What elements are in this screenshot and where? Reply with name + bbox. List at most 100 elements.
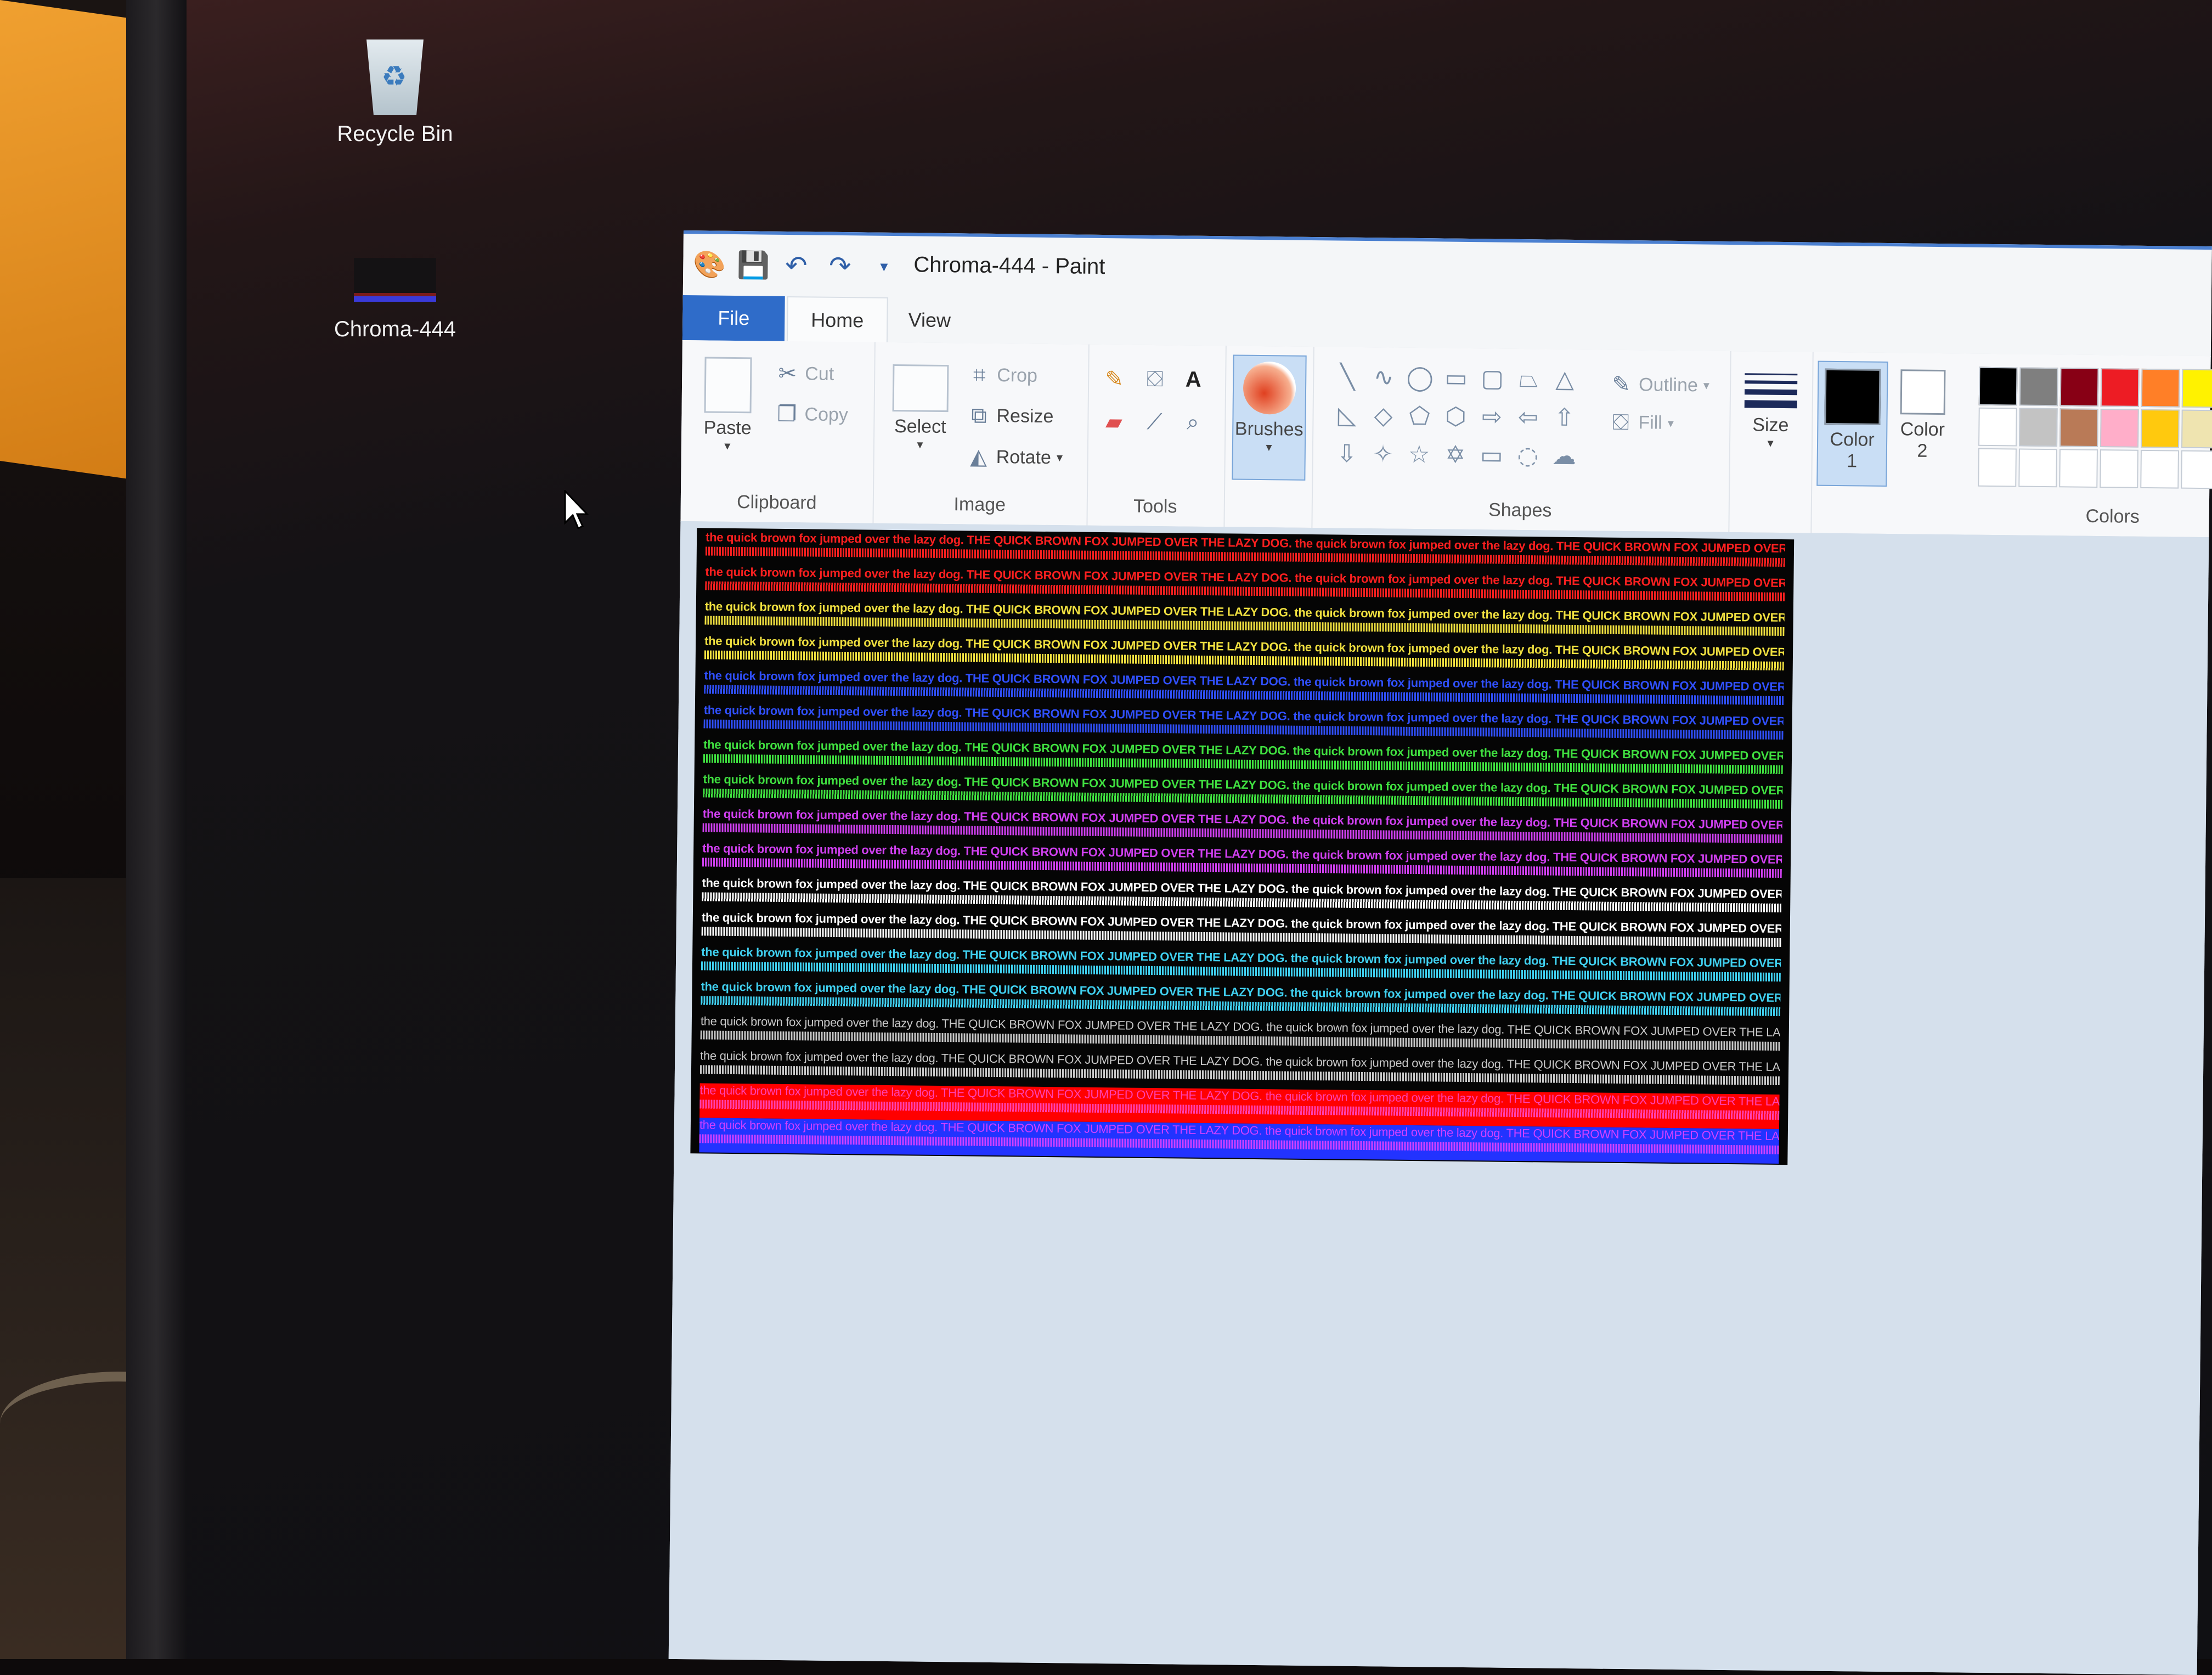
fill-button[interactable]: ⛋ Fill ▾ xyxy=(1609,410,1674,436)
left-arrow-shape-icon[interactable]: ⇦ xyxy=(1510,398,1547,437)
mouse-cursor-icon xyxy=(564,490,589,530)
callout-oval-shape-icon[interactable]: ◌ xyxy=(1509,437,1546,476)
outline-button[interactable]: ✎ Outline ▾ xyxy=(1609,372,1709,398)
canvas-area: the quick brown fox jumped over the lazy… xyxy=(668,521,2209,1675)
crop-icon: ⌗ xyxy=(973,363,986,387)
five-point-star-shape-icon[interactable]: ☆ xyxy=(1401,436,1437,475)
color1-swatch xyxy=(1824,368,1881,425)
eraser-tool[interactable]: ▰ xyxy=(1102,409,1126,435)
color-selector-group: Color 1 Color 2 xyxy=(1810,352,1960,535)
callout-rect-shape-icon[interactable]: ▭ xyxy=(1473,436,1510,475)
size-button[interactable]: Size ▾ xyxy=(1740,373,1801,450)
customize-toolbar-icon[interactable]: ▾ xyxy=(868,251,900,283)
crop-button[interactable]: ⌗ Crop xyxy=(967,363,1037,388)
tab-home[interactable]: Home xyxy=(786,296,888,343)
image-canvas[interactable]: the quick brown fox jumped over the lazy… xyxy=(690,528,1795,1165)
shapes-group-label: Shapes xyxy=(1488,499,1552,521)
hexagon-shape-icon[interactable]: ⬡ xyxy=(1437,397,1474,436)
outline-icon: ✎ xyxy=(1612,372,1631,397)
image-group-label: Image xyxy=(953,494,1006,516)
palette-swatch[interactable] xyxy=(2019,367,2058,407)
fill-label: Fill xyxy=(1638,412,1663,433)
rotate-button[interactable]: ◭ Rotate ▾ xyxy=(966,444,1063,470)
rotate-icon: ◭ xyxy=(970,444,988,469)
rounded-rectangle-shape-icon[interactable]: ▢ xyxy=(1474,359,1511,398)
palette-swatch[interactable] xyxy=(2018,448,2057,488)
oval-shape-icon[interactable]: ◯ xyxy=(1402,359,1438,398)
palette-swatch[interactable] xyxy=(2019,408,2058,447)
chevron-down-icon: ▾ xyxy=(1266,440,1272,454)
color1-button[interactable]: Color 1 xyxy=(1816,360,1888,487)
chevron-down-icon: ▾ xyxy=(1056,450,1063,465)
tab-file[interactable]: File xyxy=(682,295,785,341)
magnifier-tool[interactable]: ⌕ xyxy=(1181,410,1205,435)
palette-swatch[interactable] xyxy=(2141,409,2180,448)
color2-label: Color xyxy=(1900,419,1945,441)
tab-view[interactable]: View xyxy=(885,297,974,343)
redo-icon[interactable]: ↷ xyxy=(825,251,856,282)
monitor-bezel xyxy=(126,0,187,1659)
fill-icon: ⛋ xyxy=(1612,410,1629,435)
text-tool[interactable]: A xyxy=(1181,368,1205,392)
palette-swatch[interactable] xyxy=(2100,409,2139,448)
palette-swatch[interactable] xyxy=(2141,368,2180,408)
pencil-tool[interactable]: ✎ xyxy=(1102,366,1126,392)
line-shape-icon[interactable]: ╲ xyxy=(1329,358,1366,397)
curve-shape-icon[interactable]: ∿ xyxy=(1365,358,1402,397)
palette-swatch[interactable] xyxy=(1978,407,2017,447)
palette-swatch[interactable] xyxy=(1978,366,2018,406)
pentagon-shape-icon[interactable]: ⬠ xyxy=(1401,397,1438,436)
shapes-gallery[interactable]: ╲ ∿ ◯ ▭ ▢ ⏢ △ ◺ ◇ ⬠ ⬡ ⇨ ⇦ ⇧ ⇩ ✧ ☆ ✡ ▭ ◌ xyxy=(1328,358,1583,476)
size-group: Size ▾ xyxy=(1728,351,1814,533)
line-size-icon xyxy=(1744,373,1798,409)
palette-swatch[interactable] xyxy=(2059,408,2098,448)
color-picker-tool[interactable]: ⟋ xyxy=(1142,410,1166,435)
down-arrow-shape-icon[interactable]: ⇩ xyxy=(1328,435,1365,473)
copy-icon: ❐ xyxy=(777,402,797,427)
select-button[interactable]: Select ▾ xyxy=(884,359,957,452)
fill-tool[interactable]: ⛋ xyxy=(1143,367,1167,392)
palette-swatch[interactable] xyxy=(1978,448,2017,487)
triangle-shape-icon[interactable]: △ xyxy=(1547,360,1583,399)
palette-swatch[interactable] xyxy=(2181,369,2212,408)
color2-button[interactable]: Color 2 xyxy=(1888,362,1957,462)
copy-button[interactable]: ❐ Copy xyxy=(775,402,848,427)
polygon-shape-icon[interactable]: ⏢ xyxy=(1510,360,1547,399)
palette-swatch[interactable] xyxy=(2059,368,2099,407)
colors-group-label: Colors xyxy=(2085,505,2140,527)
four-point-star-shape-icon[interactable]: ✧ xyxy=(1364,435,1401,474)
palette-swatch[interactable] xyxy=(2100,368,2140,407)
save-icon[interactable]: 💾 xyxy=(737,250,770,281)
size-label: Size xyxy=(1752,414,1789,436)
right-triangle-shape-icon[interactable]: ◺ xyxy=(1329,396,1365,435)
palette-swatch[interactable] xyxy=(2059,449,2098,488)
palette-swatch[interactable] xyxy=(2100,449,2138,488)
eyedropper-icon: ⟋ xyxy=(1147,409,1163,435)
brushes-group: Brushes ▾ xyxy=(1223,346,1314,528)
brushes-button[interactable]: Brushes ▾ xyxy=(1232,354,1307,481)
ribbon: Paste ▾ ✂ Cut ❐ Copy Clipboard Select ▾ … xyxy=(680,340,2212,539)
six-point-star-shape-icon[interactable]: ✡ xyxy=(1437,436,1474,475)
selection-icon xyxy=(892,364,949,413)
select-label: Select xyxy=(894,416,946,438)
palette-swatch[interactable] xyxy=(2140,449,2179,489)
cloud-callout-shape-icon[interactable]: ☁ xyxy=(1545,437,1582,476)
rectangle-shape-icon[interactable]: ▭ xyxy=(1438,359,1475,398)
paste-button[interactable]: Paste ▾ xyxy=(695,357,761,453)
resize-button[interactable]: ⧉ Resize xyxy=(967,403,1054,429)
diamond-shape-icon[interactable]: ◇ xyxy=(1365,397,1402,436)
cut-button[interactable]: ✂ Cut xyxy=(775,361,834,387)
clipboard-icon xyxy=(704,357,752,414)
undo-icon[interactable]: ↶ xyxy=(781,250,812,281)
desktop-icon-chroma-444[interactable]: Chroma-444 xyxy=(318,258,472,342)
shapes-group: ╲ ∿ ◯ ▭ ▢ ⏢ △ ◺ ◇ ⬠ ⬡ ⇨ ⇦ ⇧ ⇩ ✧ ☆ ✡ ▭ ◌ xyxy=(1311,347,1731,532)
color1-label: Color xyxy=(1830,428,1875,450)
palette-swatch[interactable] xyxy=(2181,450,2212,489)
outline-label: Outline xyxy=(1638,374,1699,396)
palette-swatch[interactable] xyxy=(2181,409,2212,449)
paint-app-icon[interactable]: 🎨 xyxy=(693,249,726,280)
pencil-icon: ✎ xyxy=(1105,367,1124,392)
right-arrow-shape-icon[interactable]: ⇨ xyxy=(1474,398,1510,437)
desktop-icon-recycle-bin[interactable]: ♻ Recycle Bin xyxy=(318,33,472,146)
up-arrow-shape-icon[interactable]: ⇧ xyxy=(1546,398,1583,437)
